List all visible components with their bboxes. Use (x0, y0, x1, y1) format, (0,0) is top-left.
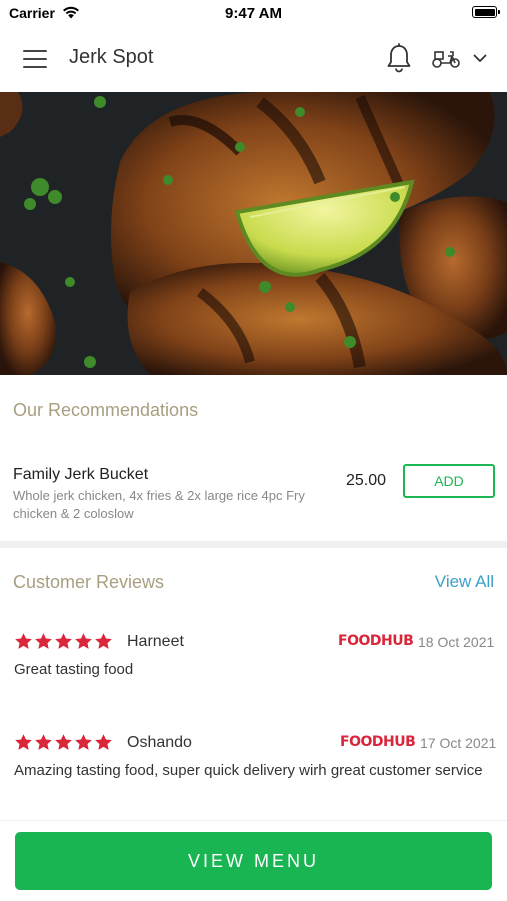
bottom-action-bar: VIEW MENU (0, 820, 507, 901)
section-divider (0, 541, 507, 548)
star-icon (35, 734, 52, 750)
star-icon (55, 633, 72, 649)
add-button[interactable]: ADD (403, 464, 495, 498)
review-date: 18 Oct 2021 (418, 634, 495, 650)
star-icon (95, 734, 112, 750)
star-icon (35, 633, 52, 649)
star-icon (95, 633, 112, 649)
star-rating (14, 632, 113, 651)
delivery-scooter-icon[interactable] (431, 47, 461, 69)
star-icon (15, 734, 32, 750)
star-icon (15, 633, 32, 649)
view-menu-button[interactable]: VIEW MENU (15, 832, 492, 890)
star-icon (55, 734, 72, 750)
restaurant-hero-image (0, 92, 507, 375)
menu-icon[interactable] (23, 50, 47, 68)
star-icon (75, 633, 92, 649)
star-icon (75, 734, 92, 750)
recommendations-title: Our Recommendations (13, 400, 199, 420)
top-navigation-bar: Jerk Spot (0, 26, 507, 93)
item-price: 25.00 (346, 472, 387, 489)
item-description: Whole jerk chicken, 4x fries & 2x large … (13, 488, 305, 521)
review-date: 17 Oct 2021 (420, 735, 497, 751)
item-name: Family Jerk Bucket (13, 466, 149, 483)
battery-icon (472, 6, 500, 18)
bell-icon[interactable] (386, 43, 412, 73)
page-title: Jerk Spot (69, 46, 154, 68)
reviewer-name: Oshando (127, 734, 192, 751)
foodhub-logo: FOODHUB (340, 734, 416, 750)
chevron-down-icon[interactable] (473, 54, 487, 63)
review-text: Amazing tasting food, super quick delive… (14, 762, 483, 779)
status-bar: Carrier 9:47 AM (0, 0, 507, 26)
recommendations-section: Our Recommendations Family Jerk Bucket W… (0, 375, 507, 541)
reviewer-name: Harneet (127, 633, 184, 650)
reviews-title: Customer Reviews (13, 572, 165, 592)
foodhub-logo: FOODHUB (338, 633, 414, 649)
customer-reviews-section: Customer Reviews View All Harneet FOODHU… (0, 548, 507, 820)
status-time: 9:47 AM (225, 5, 282, 22)
view-all-reviews-link[interactable]: View All (435, 572, 494, 592)
review-text: Great tasting food (14, 661, 134, 678)
star-rating (14, 733, 113, 752)
